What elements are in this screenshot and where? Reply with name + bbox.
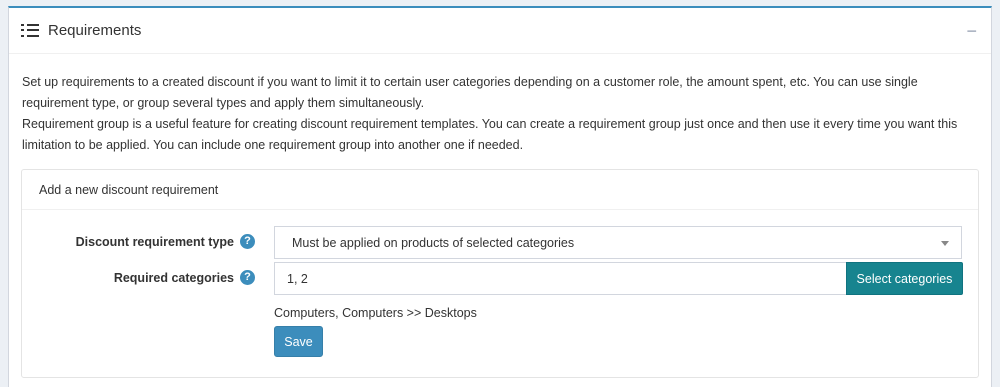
required-categories-row: Required categories ? Select categories (22, 262, 980, 295)
help-icon[interactable]: ? (240, 234, 255, 249)
description-paragraph-2: Requirement group is a useful feature fo… (22, 117, 958, 152)
requirements-panel: Requirements − Set up requirements to a … (8, 6, 992, 387)
description-paragraph-1: Set up requirements to a created discoun… (22, 75, 918, 110)
requirement-type-label: Discount requirement type (75, 234, 234, 249)
selected-categories-text: Computers, Computers >> Desktops (274, 306, 477, 320)
requirement-type-row: Discount requirement type ? Must be appl… (22, 226, 980, 259)
panel-title: Requirements (48, 22, 142, 39)
chevron-down-icon (941, 241, 949, 246)
collapse-button[interactable]: − (966, 22, 977, 40)
description: Set up requirements to a created discoun… (22, 72, 982, 156)
add-requirement-panel: Add a new discount requirement Discount … (21, 169, 979, 378)
requirement-type-select[interactable]: Must be applied on products of selected … (274, 226, 962, 259)
required-categories-label-group: Required categories ? (114, 270, 255, 285)
select-categories-button[interactable]: Select categories (846, 262, 963, 295)
list-icon (21, 23, 39, 38)
required-categories-label: Required categories (113, 270, 234, 285)
save-button[interactable]: Save (274, 326, 323, 357)
requirement-type-label-group: Discount requirement type ? (76, 234, 255, 249)
requirement-type-value: Must be applied on products of selected … (292, 235, 575, 250)
add-requirement-header: Add a new discount requirement (22, 170, 978, 210)
panel-header: Requirements − (9, 8, 991, 54)
required-categories-input[interactable] (274, 262, 847, 295)
help-icon[interactable]: ? (240, 270, 255, 285)
